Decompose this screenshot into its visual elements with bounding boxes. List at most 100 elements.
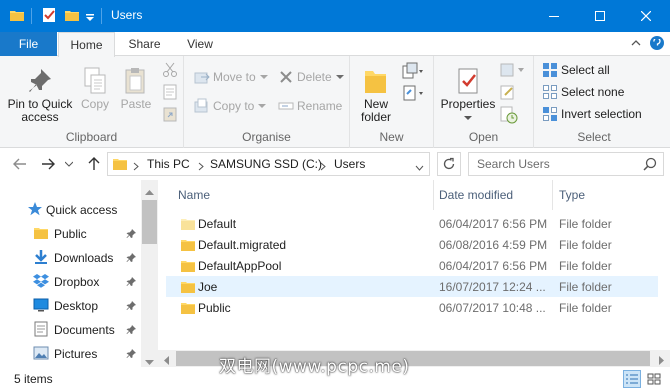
pin-icon[interactable] (126, 348, 137, 362)
table-row-selected[interactable]: Joe 16/07/2017 12:24 ... File folder (166, 276, 658, 297)
pin-icon[interactable] (126, 276, 137, 290)
delete-button[interactable]: Delete (278, 67, 347, 87)
pictures-icon (33, 345, 49, 364)
cut-icon[interactable] (162, 62, 178, 81)
pin-to-quick-access-button[interactable]: Pin to Quick access (4, 64, 76, 124)
customize-dropdown-icon[interactable] (85, 11, 95, 29)
close-button[interactable] (623, 0, 669, 32)
new-item-icon[interactable] (402, 62, 424, 83)
nav-item-pictures[interactable]: Pictures (0, 343, 140, 365)
chevron-down-icon (258, 104, 267, 108)
select-group-label: Select (577, 130, 611, 144)
copy-path-icon[interactable] (162, 84, 178, 103)
properties-button[interactable]: Properties (438, 64, 498, 124)
tab-home[interactable]: Home (58, 32, 115, 57)
recent-locations-button[interactable] (62, 154, 76, 174)
paste-button[interactable]: Paste (116, 64, 156, 111)
tab-share[interactable]: Share (117, 32, 172, 56)
pin-icon[interactable] (126, 228, 137, 242)
search-icon[interactable] (643, 157, 657, 174)
copy-icon (76, 64, 114, 98)
address-history-chevron-icon[interactable] (415, 160, 424, 174)
new-folder-button[interactable]: New folder (356, 64, 396, 124)
forward-button[interactable] (38, 154, 58, 174)
arrow-right-icon (42, 158, 55, 170)
minimize-button[interactable] (531, 0, 577, 32)
nav-item-documents[interactable]: Documents (0, 319, 140, 341)
tab-view[interactable]: View (174, 32, 226, 56)
download-arrow-icon (33, 249, 49, 268)
new-group: New folder New (350, 56, 434, 148)
scroll-left-icon[interactable] (163, 354, 169, 368)
refresh-button[interactable] (437, 152, 461, 176)
properties-icon (438, 64, 498, 98)
ribbon-tabs: File Home Share View (0, 32, 670, 57)
search-placeholder: Search Users (477, 157, 550, 171)
column-header-date-modified[interactable]: Date modified (439, 180, 551, 210)
back-button[interactable] (10, 154, 30, 174)
nav-item-desktop[interactable]: Desktop (0, 295, 140, 317)
table-row[interactable]: DefaultAppPool 06/04/2017 6:56 PM File f… (166, 255, 658, 276)
nav-item-public[interactable]: Public (0, 223, 140, 245)
scroll-right-icon[interactable] (659, 354, 665, 368)
organise-group-label: Organise (242, 130, 291, 144)
pin-icon[interactable] (126, 324, 137, 338)
invert-selection-button[interactable]: Invert selection (542, 104, 642, 124)
table-row[interactable]: Default 06/04/2017 6:56 PM File folder (166, 213, 658, 234)
nav-item-downloads[interactable]: Downloads (0, 247, 140, 269)
column-header-type[interactable]: Type (559, 180, 659, 210)
move-to-button[interactable]: Move to (194, 67, 271, 87)
select-group: Select all Select none Invert selection … (534, 56, 654, 148)
select-none-button[interactable]: Select none (542, 82, 624, 102)
maximize-button[interactable] (577, 0, 623, 32)
pin-icon[interactable] (126, 252, 137, 266)
nav-item-quick-access[interactable]: Quick access (0, 199, 140, 221)
copy-button[interactable]: Copy (76, 64, 114, 111)
new-folder-icon (356, 64, 396, 98)
scroll-up-icon[interactable] (145, 184, 154, 198)
breadcrumb-chevron-icon[interactable] (320, 160, 326, 174)
new-folder-quick-icon[interactable] (64, 7, 80, 25)
collapse-ribbon-icon[interactable] (630, 37, 642, 52)
large-icons-view-icon (647, 373, 661, 385)
breadcrumb-chevron-icon[interactable] (198, 160, 204, 174)
table-row[interactable]: Public 06/07/2017 10:48 ... File folder (166, 297, 658, 318)
paste-shortcut-icon[interactable] (162, 106, 178, 125)
tab-file[interactable]: File (0, 32, 57, 56)
chevron-down-icon (65, 161, 73, 167)
file-list: Name Date modified Type Default 06/04/20… (158, 180, 670, 367)
help-icon[interactable] (650, 36, 664, 50)
large-icons-view-button[interactable] (645, 370, 663, 388)
folder-icon (180, 279, 196, 298)
nav-scroll-thumb[interactable] (142, 200, 157, 244)
arrow-up-icon (88, 157, 100, 170)
properties-check-icon[interactable] (41, 7, 57, 25)
chevron-down-icon (464, 116, 472, 120)
table-row[interactable]: Default.migrated 06/08/2016 4:59 PM File… (166, 234, 658, 255)
easy-access-icon[interactable] (402, 84, 424, 105)
address-bar[interactable]: This PC SAMSUNG SSD (C:) Users (107, 152, 430, 176)
open-group-label: Open (468, 130, 499, 144)
edit-icon[interactable] (500, 84, 516, 103)
copy-to-button[interactable]: Copy to (194, 96, 269, 116)
column-header-name[interactable]: Name (178, 180, 433, 210)
select-all-button[interactable]: Select all (542, 60, 610, 80)
breadcrumb-this-pc[interactable]: This PC (147, 157, 190, 171)
history-icon[interactable] (500, 106, 518, 127)
breadcrumb-chevron-icon[interactable] (133, 160, 139, 174)
invert-selection-icon (543, 107, 557, 121)
open-icon[interactable] (500, 62, 526, 81)
up-button[interactable] (84, 154, 104, 174)
dropbox-icon (33, 273, 49, 292)
rename-button[interactable]: Rename (278, 96, 342, 116)
arrow-left-icon (13, 158, 26, 170)
nav-pane-scrollbar[interactable] (141, 180, 158, 367)
nav-item-dropbox[interactable]: Dropbox (0, 271, 140, 293)
search-box[interactable]: Search Users (468, 152, 664, 176)
folder-icon (180, 237, 196, 256)
pin-icon[interactable] (126, 300, 137, 314)
details-view-button[interactable] (623, 370, 641, 388)
breadcrumb-drive[interactable]: SAMSUNG SSD (C:) (210, 157, 322, 171)
breadcrumb-users[interactable]: Users (334, 157, 365, 171)
chevron-down-icon (335, 75, 344, 79)
